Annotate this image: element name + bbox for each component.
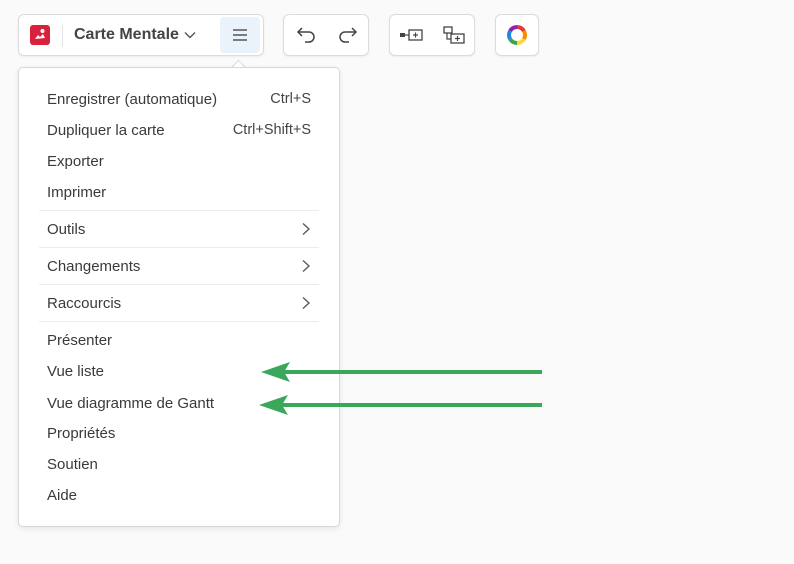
node-group xyxy=(389,14,475,56)
menu-item-print[interactable]: Imprimer xyxy=(47,179,311,205)
menu-divider xyxy=(39,284,319,285)
menu-item-label: Exporter xyxy=(47,152,104,170)
app-logo-icon[interactable] xyxy=(30,25,50,45)
menu-item-label: Changements xyxy=(47,257,141,275)
annotation-arrow-list-view xyxy=(261,362,542,382)
menu-item-label: Vue liste xyxy=(47,362,104,380)
undo-button[interactable] xyxy=(286,15,326,55)
menu-item-duplicate[interactable]: Dupliquer la carte Ctrl+Shift+S xyxy=(47,117,311,143)
annotation-arrow-gantt-view xyxy=(259,395,542,415)
menu-item-support[interactable]: Soutien xyxy=(47,451,311,477)
menu-item-label: Raccourcis xyxy=(47,294,122,312)
menu-item-shortcuts[interactable]: Raccourcis xyxy=(47,290,311,316)
chevron-down-icon xyxy=(183,28,197,42)
add-sibling-node-icon xyxy=(399,27,425,43)
hamburger-menu-icon xyxy=(231,28,249,42)
menu-item-properties[interactable]: Propriétés xyxy=(47,420,311,446)
menu-item-label: Propriétés xyxy=(47,424,116,442)
menu-item-label: Aide xyxy=(47,486,78,504)
add-child-node-button[interactable] xyxy=(434,15,474,55)
menu-item-label: Outils xyxy=(47,220,86,238)
menu-divider xyxy=(39,321,319,322)
menu-item-label: Imprimer xyxy=(47,183,107,201)
menu-item-tools[interactable]: Outils xyxy=(47,216,311,242)
chevron-right-icon xyxy=(301,296,311,310)
map-title: Carte Mentale xyxy=(74,26,179,43)
menu-item-save[interactable]: Enregistrer (automatique) Ctrl+S xyxy=(47,86,311,112)
menu-item-label: Présenter xyxy=(47,331,113,349)
color-group xyxy=(495,14,539,56)
redo-icon xyxy=(337,26,359,44)
menu-item-shortcut: Ctrl+Shift+S xyxy=(232,122,311,138)
map-title-group: Carte Mentale xyxy=(18,14,264,56)
menu-item-shortcut: Ctrl+S xyxy=(270,91,311,107)
menu-item-changes[interactable]: Changements xyxy=(47,253,311,279)
undo-icon xyxy=(295,26,317,44)
menu-item-label: Dupliquer la carte xyxy=(47,121,165,139)
redo-button[interactable] xyxy=(328,15,368,55)
menu-divider xyxy=(39,247,319,248)
menu-divider xyxy=(39,210,319,211)
chevron-right-icon xyxy=(301,222,311,236)
main-menu-button[interactable] xyxy=(220,17,260,53)
add-sibling-node-button[interactable] xyxy=(392,15,432,55)
menu-item-help[interactable]: Aide xyxy=(47,482,311,508)
color-button[interactable] xyxy=(497,15,537,55)
menu-item-export[interactable]: Exporter xyxy=(47,148,311,174)
map-title-button[interactable]: Carte Mentale xyxy=(74,15,197,55)
history-group xyxy=(283,14,369,56)
color-wheel-icon xyxy=(506,24,528,46)
chevron-right-icon xyxy=(301,259,311,273)
main-menu-dropdown: Enregistrer (automatique) Ctrl+S Dupliqu… xyxy=(18,67,340,527)
menu-item-label: Soutien xyxy=(47,455,98,473)
menu-item-label: Enregistrer (automatique) xyxy=(47,90,218,108)
add-child-node-icon xyxy=(442,25,466,45)
menu-item-label: Vue diagramme de Gantt xyxy=(47,394,215,412)
toolbar-divider xyxy=(62,25,63,47)
menu-item-present[interactable]: Présenter xyxy=(47,327,311,353)
